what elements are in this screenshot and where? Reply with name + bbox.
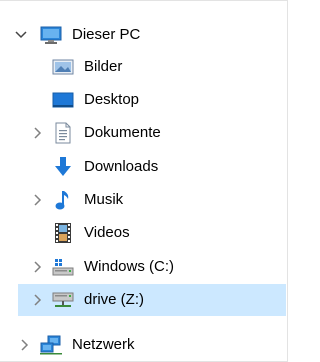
tree-item-label: Dieser PC (72, 26, 141, 43)
tree-item-videos[interactable]: Videos (0, 217, 287, 249)
desktop-icon (52, 89, 74, 111)
chevron-right-icon[interactable] (31, 293, 45, 307)
tree-item-drive-z[interactable]: drive (Z:) (18, 284, 286, 316)
tree-item-label: Netzwerk (72, 336, 135, 353)
tree-item-bilder[interactable]: Bilder (0, 51, 287, 83)
tree-item-label: Bilder (84, 58, 123, 75)
chevron-right-icon[interactable] (31, 260, 45, 274)
videos-icon (52, 222, 74, 244)
chevron-down-icon[interactable] (14, 28, 28, 42)
tree-item-label: Downloads (84, 158, 159, 175)
tree-item-label: Dokumente (84, 124, 161, 141)
chevron-right-icon[interactable] (18, 338, 32, 352)
tree-item-label: Videos (84, 224, 130, 241)
chevron-right-icon[interactable] (31, 193, 45, 207)
tree-item-downloads[interactable]: Downloads (0, 151, 287, 183)
windows-drive-icon (52, 256, 74, 278)
tree-item-desktop[interactable]: Desktop (0, 84, 287, 116)
tree-item-netzwerk[interactable]: Netzwerk (0, 329, 287, 361)
chevron-right-icon[interactable] (31, 126, 45, 140)
downloads-icon (52, 156, 74, 178)
tree-item-windows-c[interactable]: Windows (C:) (0, 251, 287, 283)
music-icon (52, 189, 74, 211)
tree-item-dokumente[interactable]: Dokumente (0, 117, 287, 149)
documents-icon (52, 122, 74, 144)
tree-item-label: Windows (C:) (84, 258, 175, 275)
tree-item-dieser-pc[interactable]: Dieser PC (0, 19, 287, 51)
tree-item-label: Musik (84, 191, 124, 208)
tree-item-label: Desktop (84, 91, 140, 108)
tree-item-musik[interactable]: Musik (0, 184, 287, 216)
computer-icon (40, 24, 62, 46)
pictures-icon (52, 56, 74, 78)
tree-item-label: drive (Z:) (84, 291, 144, 308)
network-drive-icon (52, 289, 74, 311)
network-icon (40, 334, 62, 356)
navigation-pane: Dieser PC Bilder Desktop Dokumente Downl… (0, 0, 288, 362)
